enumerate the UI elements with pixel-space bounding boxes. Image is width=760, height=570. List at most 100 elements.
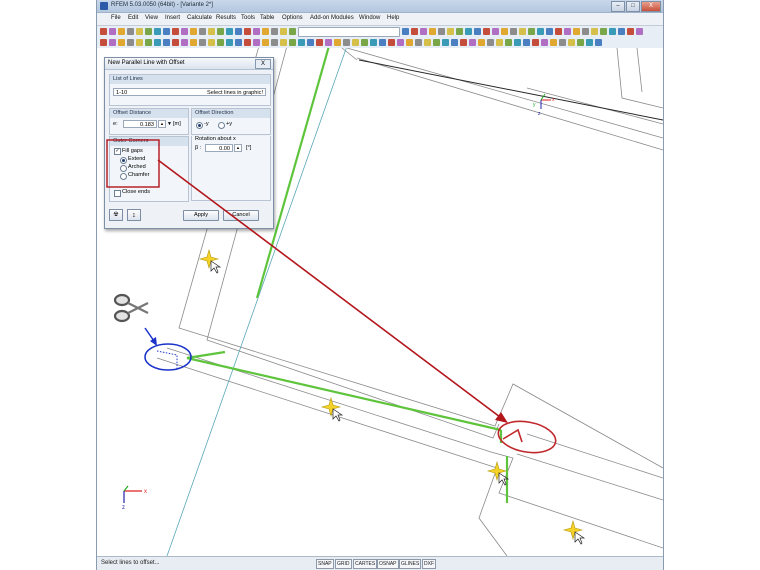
list-of-lines-input[interactable]: 1-10 Select lines in graphic!: [113, 88, 266, 96]
cancel-button[interactable]: Cancel: [223, 210, 259, 221]
offset-spin-icon[interactable]: ▲: [158, 120, 166, 128]
toolbar-button-icon[interactable]: [487, 39, 494, 46]
toolbar-button-icon[interactable]: [501, 28, 508, 35]
toolbar-button-icon[interactable]: [582, 28, 589, 35]
rotation-spin-icon[interactable]: ▲: [234, 144, 242, 152]
toolbar-button-icon[interactable]: [577, 39, 584, 46]
toolbar-button-icon[interactable]: [280, 39, 287, 46]
direction-minus-y-radio[interactable]: [196, 122, 203, 129]
toolbar-button-icon[interactable]: [136, 39, 143, 46]
toolbar-button-icon[interactable]: [555, 28, 562, 35]
toolbar-button-icon[interactable]: [190, 39, 197, 46]
toolbar-button-icon[interactable]: [190, 28, 197, 35]
toolbar-button-icon[interactable]: [573, 28, 580, 35]
status-grid-button[interactable]: GRID: [335, 559, 352, 569]
toolbar-button-icon[interactable]: [118, 28, 125, 35]
menu-calculate[interactable]: Calculate: [187, 15, 212, 21]
status-snap-button[interactable]: SNAP: [316, 559, 334, 569]
menu-table[interactable]: Table: [260, 15, 274, 21]
toolbar-button-icon[interactable]: [510, 28, 517, 35]
dialog-close-button[interactable]: X: [255, 59, 271, 69]
toolbar-button-icon[interactable]: [208, 39, 215, 46]
menu-insert[interactable]: Insert: [165, 15, 180, 21]
toolbar-button-icon[interactable]: [379, 39, 386, 46]
close-ends-checkbox[interactable]: [114, 190, 121, 197]
toolbar-button-icon[interactable]: [244, 39, 251, 46]
toolbar-button-icon[interactable]: [172, 28, 179, 35]
maximize-button[interactable]: □: [626, 1, 640, 12]
toolbar-button-icon[interactable]: [519, 28, 526, 35]
toolbar-button-icon[interactable]: [433, 39, 440, 46]
toolbar-button-icon[interactable]: [469, 39, 476, 46]
toolbar-button-icon[interactable]: [528, 28, 535, 35]
toolbar-button-icon[interactable]: [145, 39, 152, 46]
fill-gaps-checkbox[interactable]: ✓: [114, 148, 121, 155]
toolbar-button-icon[interactable]: [370, 39, 377, 46]
toolbar-button-icon[interactable]: [181, 39, 188, 46]
toolbar-button-icon[interactable]: [564, 28, 571, 35]
toolbar-button-icon[interactable]: [217, 39, 224, 46]
toolbar-button-icon[interactable]: [609, 28, 616, 35]
status-dxf-button[interactable]: DXF: [422, 559, 436, 569]
toolbar-button-icon[interactable]: [325, 39, 332, 46]
toolbar-button-icon[interactable]: [546, 28, 553, 35]
toolbar-button-icon[interactable]: [456, 28, 463, 35]
status-glines-button[interactable]: GLINES: [399, 559, 422, 569]
status-cartes-button[interactable]: CARTES: [353, 559, 378, 569]
toolbar-button-icon[interactable]: [154, 28, 161, 35]
toolbar-button-icon[interactable]: [388, 39, 395, 46]
toolbar-button-icon[interactable]: [253, 28, 260, 35]
toolbar-button-icon[interactable]: [618, 28, 625, 35]
toolbar-button-icon[interactable]: [262, 39, 269, 46]
toolbar-combo[interactable]: [298, 26, 400, 37]
chamfer-radio[interactable]: [120, 173, 127, 180]
rotation-input[interactable]: 0.00: [205, 144, 233, 152]
toolbar-button-icon[interactable]: [523, 39, 530, 46]
toolbar-button-icon[interactable]: [420, 28, 427, 35]
toolbar-button-icon[interactable]: [253, 39, 260, 46]
toolbar-button-icon[interactable]: [505, 39, 512, 46]
toolbar-button-icon[interactable]: [307, 39, 314, 46]
toolbar-button-icon[interactable]: [483, 28, 490, 35]
menu-edit[interactable]: Edit: [128, 15, 138, 21]
toolbar-button-icon[interactable]: [217, 28, 224, 35]
menu-tools[interactable]: Tools: [241, 15, 255, 21]
toolbar-button-icon[interactable]: [595, 39, 602, 46]
menu-results[interactable]: Results: [216, 15, 236, 21]
toolbar-button-icon[interactable]: [438, 28, 445, 35]
toolbar-button-icon[interactable]: [451, 39, 458, 46]
status-osnap-button[interactable]: OSNAP: [377, 559, 399, 569]
menu-view[interactable]: View: [145, 15, 158, 21]
extend-radio[interactable]: [120, 157, 127, 164]
toolbar-button-icon[interactable]: [496, 39, 503, 46]
toolbar-button-icon[interactable]: [235, 39, 242, 46]
menu-options[interactable]: Options: [282, 15, 303, 21]
toolbar-button-icon[interactable]: [163, 39, 170, 46]
toolbar-button-icon[interactable]: [541, 39, 548, 46]
direction-plus-y-radio[interactable]: [218, 122, 225, 129]
toolbar-button-icon[interactable]: [271, 39, 278, 46]
close-button[interactable]: X: [641, 1, 661, 12]
toolbar-button-icon[interactable]: [163, 28, 170, 35]
arched-radio[interactable]: [120, 165, 127, 172]
toolbar-button-icon[interactable]: [271, 28, 278, 35]
toolbar-button-icon[interactable]: [343, 39, 350, 46]
toolbar-button-icon[interactable]: [226, 39, 233, 46]
toolbar-button-icon[interactable]: [280, 28, 287, 35]
toolbar-button-icon[interactable]: [636, 28, 643, 35]
toolbar-button-icon[interactable]: [226, 28, 233, 35]
toolbar-button-icon[interactable]: [514, 39, 521, 46]
toolbar-button-icon[interactable]: [361, 39, 368, 46]
toolbar-button-icon[interactable]: [537, 28, 544, 35]
toolbar-button-icon[interactable]: [447, 28, 454, 35]
toolbar-button-icon[interactable]: [154, 39, 161, 46]
menu-add-on-modules[interactable]: Add-on Modules: [310, 15, 354, 21]
toolbar-button-icon[interactable]: [235, 28, 242, 35]
toolbar-button-icon[interactable]: [586, 39, 593, 46]
help-icon[interactable]: ☢: [109, 209, 123, 221]
toolbar-button-icon[interactable]: [289, 28, 296, 35]
toolbar-button-icon[interactable]: [478, 39, 485, 46]
offset-distance-input[interactable]: 0.183: [123, 120, 157, 128]
toolbar-button-icon[interactable]: [316, 39, 323, 46]
toolbar-button-icon[interactable]: [127, 39, 134, 46]
